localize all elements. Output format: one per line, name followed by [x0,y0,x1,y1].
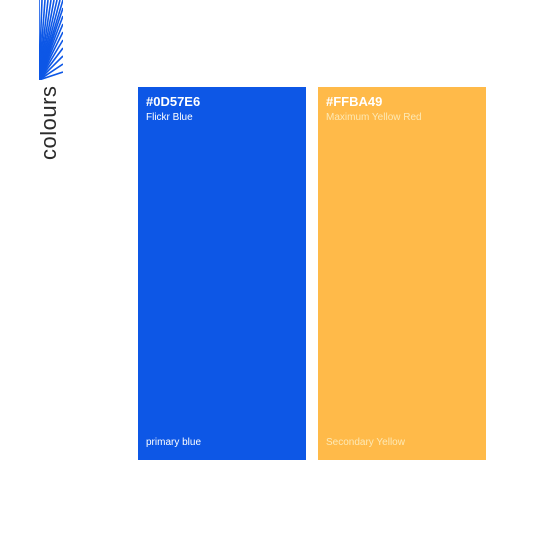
page-title: colours [36,85,61,160]
color-swatch-primary: #0D57E6 Flickr Blue primary blue [138,87,306,460]
swatch-color-name: Maximum Yellow Red [326,112,422,123]
swatch-role-label: Secondary Yellow [326,437,405,448]
swatch-color-name: Flickr Blue [146,112,193,123]
swatch-hex-code: #0D57E6 [146,94,201,109]
color-swatch-secondary: #FFBA49 Maximum Yellow Red Secondary Yel… [318,87,486,460]
sunburst-lines-icon [39,0,63,80]
swatch-hex-code: #FFBA49 [326,94,383,109]
swatch-role-label: primary blue [146,437,202,448]
